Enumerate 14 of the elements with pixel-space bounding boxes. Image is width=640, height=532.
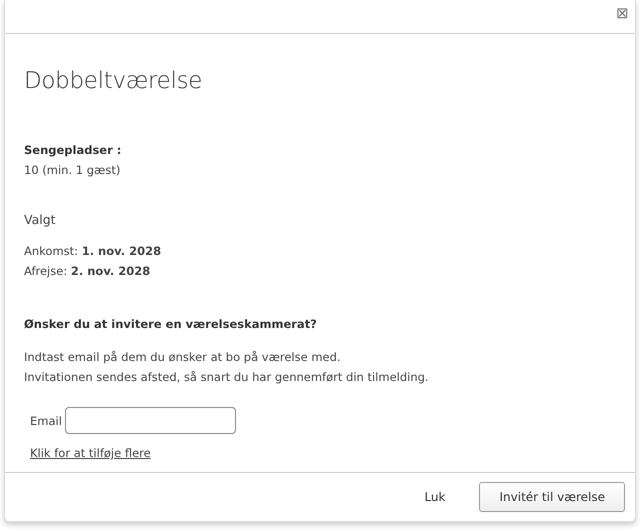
date-line: Ankomst: 1. nov. 2028 — [24, 243, 162, 260]
email-label: Email — [30, 412, 62, 430]
invite-question: Ønsker du at invitere en værelseskammerat? — [24, 317, 318, 331]
beds-value: 10 (min. 1 gæst) — [24, 162, 122, 179]
add-more-link[interactable]: Klik for at tilføje flere — [30, 446, 151, 460]
info-line: Indtast email på dem du ønsker at bo på værelse med. — [24, 349, 342, 366]
dialog-title: Dobbeltværelse — [24, 68, 204, 94]
close-button[interactable]: Luk — [420, 482, 450, 512]
email-field[interactable] — [64, 407, 236, 434]
date-line: Afrejse: 2. nov. 2028 — [24, 263, 152, 280]
info-line: Invitationen sendes afsted, så snart du har gennemført din tilmelding. — [24, 369, 430, 386]
invite-button[interactable]: Invitér til værelse — [479, 482, 625, 512]
selected-heading: Valgt — [24, 212, 57, 227]
beds-label: Sengepladser : — [24, 142, 122, 159]
